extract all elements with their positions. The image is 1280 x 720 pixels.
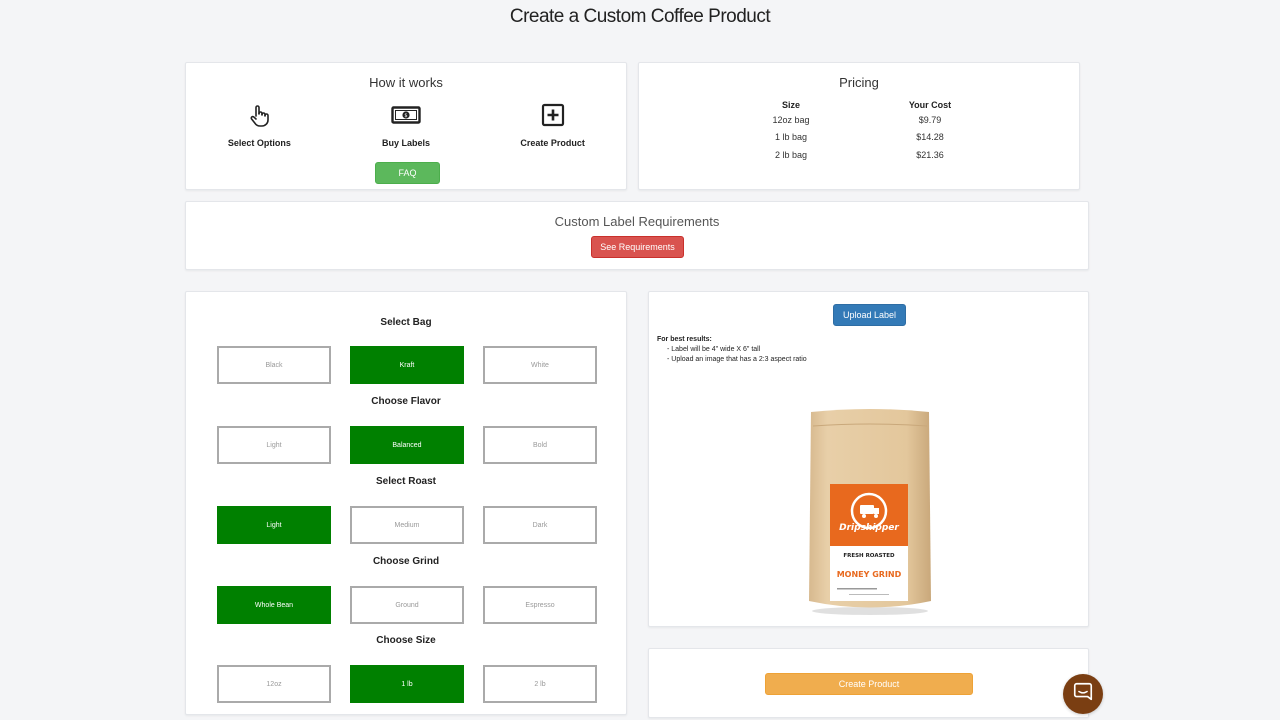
bag-fresh-roasted-text: FRESH ROASTED: [843, 553, 895, 559]
size-option-1lb[interactable]: 1 lb: [350, 665, 464, 703]
create-product-button[interactable]: Create Product: [765, 673, 973, 695]
size-options: 12oz 1 lb 2 lb: [217, 665, 597, 703]
faq-button[interactable]: FAQ: [375, 162, 440, 184]
upload-label-button[interactable]: Upload Label: [833, 304, 906, 326]
best-results-tips: For best results: - Label will be 4" wid…: [657, 335, 807, 365]
coffee-bag-image: Dripshipper FRESH ROASTED MONEY GRIND: [809, 409, 931, 615]
grind-option-ground[interactable]: Ground: [350, 586, 464, 624]
grind-options: Whole Bean Ground Espresso: [217, 586, 597, 624]
size-option-12oz[interactable]: 12oz: [217, 665, 331, 703]
bag-options: Black Kraft White: [217, 346, 597, 384]
grind-option-espresso[interactable]: Espresso: [483, 586, 597, 624]
step-label: Select Options: [227, 138, 291, 148]
pointer-hand-icon: [247, 103, 271, 132]
step-label: Buy Labels: [382, 138, 431, 148]
step-create-product: Create Product: [479, 103, 626, 148]
size-option-2lb[interactable]: 2 lb: [483, 665, 597, 703]
roast-options: Light Medium Dark: [217, 506, 597, 544]
label-requirements-card: Custom Label Requirements See Requiremen…: [185, 201, 1089, 270]
roast-option-dark[interactable]: Dark: [483, 506, 597, 544]
select-roast-title: Select Roast: [375, 476, 437, 487]
chat-launcher-button[interactable]: [1063, 674, 1103, 714]
choose-size-title: Choose Size: [376, 635, 436, 646]
how-it-works-title: How it works: [369, 75, 443, 90]
bag-product-name-text: MONEY GRIND: [837, 570, 902, 579]
how-it-works-card: How it works Select Options $ Buy Labels…: [185, 62, 627, 190]
tip-item: - Label will be 4" wide X 6" tall: [667, 346, 761, 353]
step-label: Create Product: [520, 138, 585, 148]
grind-option-whole-bean[interactable]: Whole Bean: [217, 586, 331, 624]
cost-cell: $21.36: [916, 149, 944, 160]
chat-bubble-icon: [1072, 681, 1094, 708]
roast-option-light[interactable]: Light: [217, 506, 331, 544]
step-buy-labels: $ Buy Labels: [333, 103, 480, 148]
requirements-title: Custom Label Requirements: [554, 214, 720, 229]
svg-text:$: $: [404, 113, 407, 119]
tip-item: - Upload an image that has a 2:3 aspect …: [667, 356, 807, 363]
see-requirements-button[interactable]: See Requirements: [591, 236, 684, 258]
cost-cell: $14.28: [916, 132, 944, 143]
cost-cell: $9.79: [918, 114, 942, 125]
plus-square-icon: [541, 103, 565, 132]
flavor-option-light[interactable]: Light: [217, 426, 331, 464]
money-bill-icon: $: [391, 103, 421, 132]
create-product-card: Create Product: [648, 648, 1089, 718]
size-cell: 12oz bag: [772, 114, 810, 125]
choose-flavor-title: Choose Flavor: [371, 396, 441, 407]
choose-grind-title: Choose Grind: [372, 556, 440, 567]
flavor-option-bold[interactable]: Bold: [483, 426, 597, 464]
step-select-options: Select Options: [186, 103, 333, 148]
bag-option-white[interactable]: White: [483, 346, 597, 384]
bag-brand-text: Dripshipper: [839, 523, 899, 533]
bag-option-kraft[interactable]: Kraft: [350, 346, 464, 384]
cost-header: Your Cost: [908, 99, 952, 110]
pricing-table: Size Your Cost 12oz bag $9.79 1 lb bag $…: [751, 98, 1029, 164]
pricing-title: Pricing: [839, 75, 879, 90]
table-row: 2 lb bag $21.36: [751, 146, 1029, 164]
roast-option-medium[interactable]: Medium: [350, 506, 464, 544]
page-title: Create a Custom Coffee Product: [509, 6, 771, 27]
size-header: Size: [781, 99, 800, 110]
table-row: 1 lb bag $14.28: [751, 129, 1029, 147]
bag-option-black[interactable]: Black: [217, 346, 331, 384]
size-cell: 1 lb bag: [774, 132, 808, 143]
select-bag-title: Select Bag: [380, 317, 432, 328]
size-cell: 2 lb bag: [774, 149, 808, 160]
steps-row: Select Options $ Buy Labels Create Produ…: [186, 103, 626, 148]
pricing-card: Pricing Size Your Cost 12oz bag $9.79 1 …: [638, 62, 1080, 190]
pricing-header-row: Size Your Cost: [751, 98, 1029, 111]
flavor-options: Light Balanced Bold: [217, 426, 597, 464]
tips-title: For best results:: [657, 336, 712, 343]
table-row: 12oz bag $9.79: [751, 111, 1029, 129]
label-preview-card: Upload Label For best results: - Label w…: [648, 291, 1089, 627]
flavor-option-balanced[interactable]: Balanced: [350, 426, 464, 464]
options-card: Select Bag Black Kraft White Choose Flav…: [185, 291, 627, 715]
